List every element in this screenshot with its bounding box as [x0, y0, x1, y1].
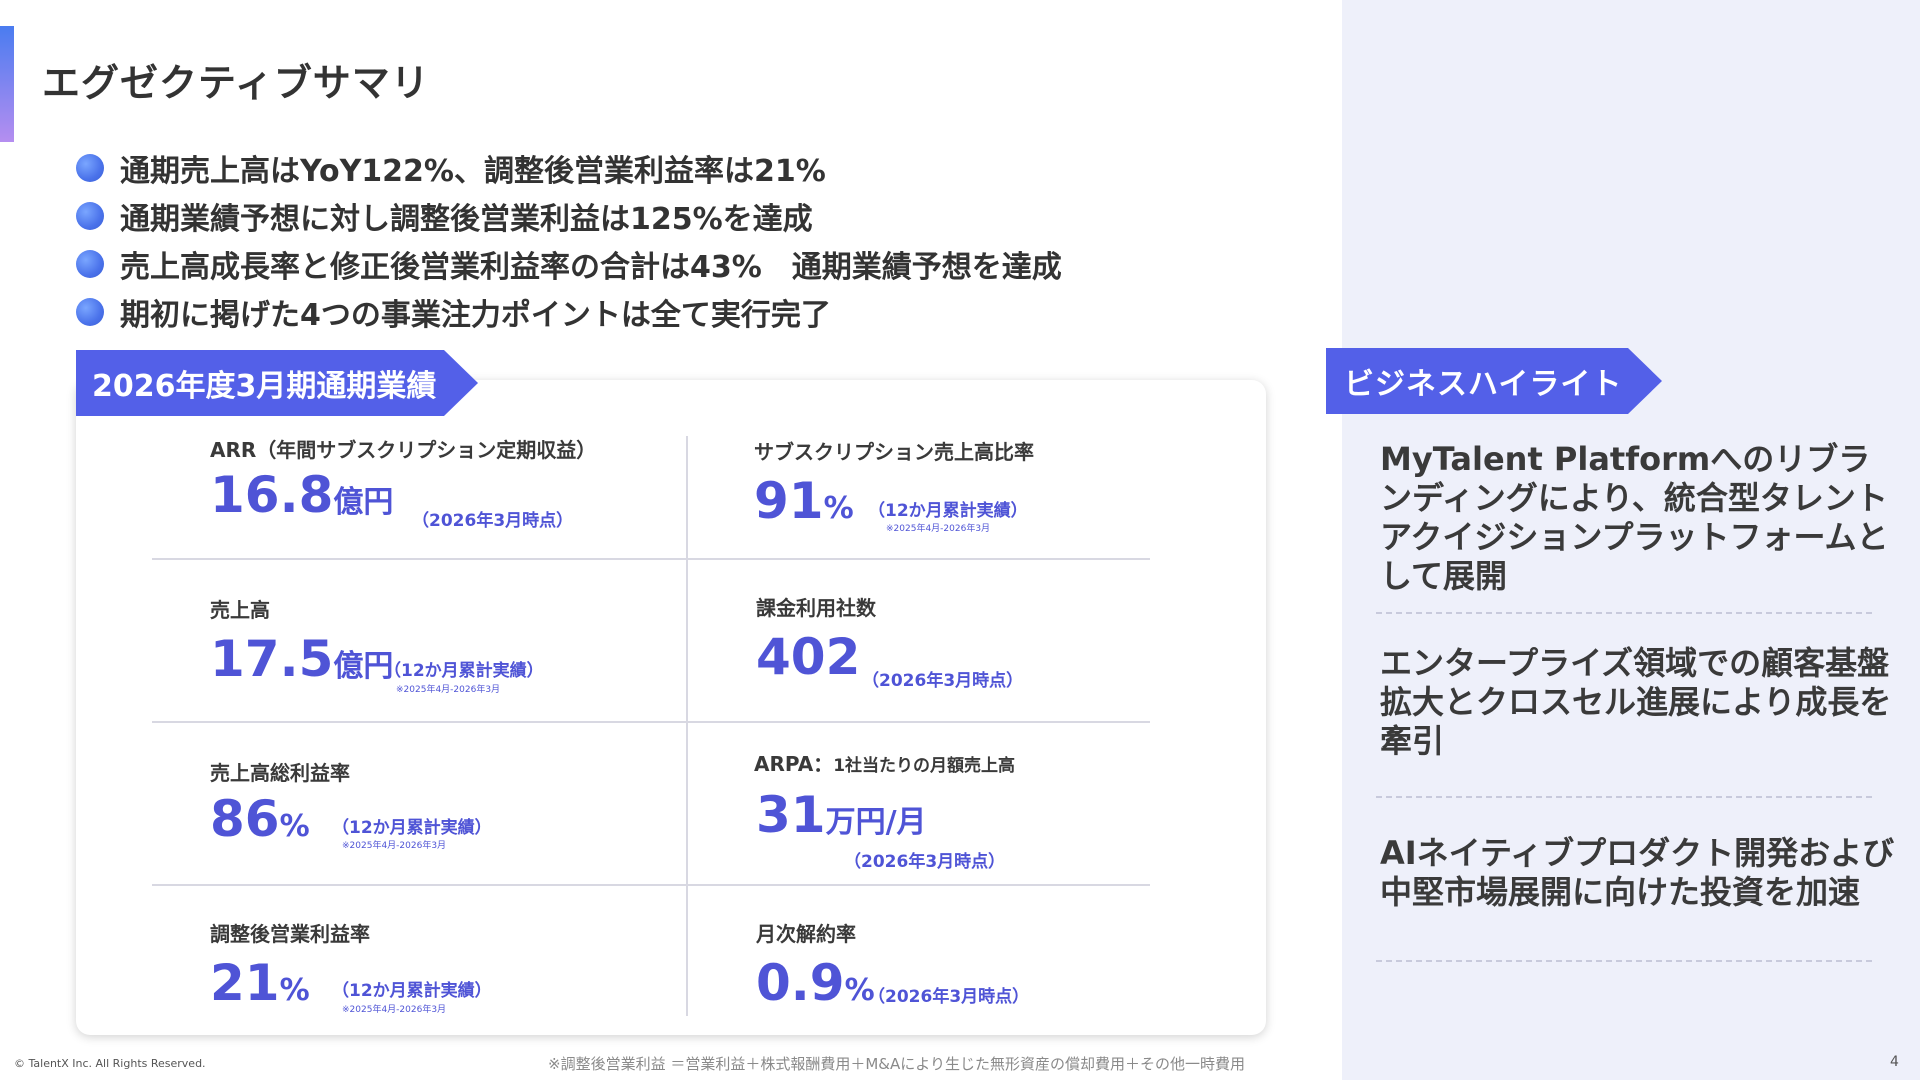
gross-margin-label: 売上高総利益率	[210, 761, 350, 785]
arpa-note: （2026年3月時点）	[844, 852, 1006, 872]
arr-note: （2026年3月時点）	[412, 511, 574, 531]
page-number: 4	[1890, 1054, 1899, 1070]
revenue-label: 売上高	[210, 598, 270, 622]
adj-op-margin-period: ※2025年4月-2026年3月	[342, 1005, 447, 1015]
metrics-column-divider	[686, 436, 688, 1016]
sub-ratio-period: ※2025年4月-2026年3月	[886, 524, 991, 534]
arr-value: 16.8億円	[210, 466, 394, 524]
highlight-divider	[1376, 612, 1872, 614]
adj-op-margin-label: 調整後営業利益率	[210, 922, 370, 946]
sub-ratio-note: （12か月累計実績）	[868, 501, 1028, 521]
results-ribbon: 2026年度3月期通期業績	[76, 350, 478, 416]
adj-op-margin-note: （12か月累計実績）	[332, 981, 492, 1001]
metrics-row-divider	[152, 721, 1150, 723]
arr-label: ARR（年間サブスクリプション定期収益）	[210, 438, 597, 462]
paying-companies-value: 402	[756, 628, 861, 686]
adj-op-margin-value: 21%	[210, 954, 310, 1012]
bullet-item: 通期業績予想に対し調整後営業利益は125%を達成	[76, 192, 1062, 240]
bullet-item: 売上高成長率と修正後営業利益率の合計は43% 通期業績予想を達成	[76, 240, 1062, 288]
bullet-item: 期初に掲げた4つの事業注力ポイントは全て実行完了	[76, 288, 1062, 336]
title-accent-bar	[0, 26, 14, 142]
bullet-dot-icon	[76, 298, 104, 326]
metrics-row-divider	[152, 558, 1150, 560]
gross-margin-period: ※2025年4月-2026年3月	[342, 841, 447, 851]
highlights-ribbon: ビジネスハイライト	[1326, 348, 1662, 414]
paying-companies-label: 課金利用社数	[756, 596, 876, 620]
highlight-item: エンタープライズ領域での顧客基盤拡大とクロスセル進展により成長を牽引	[1380, 644, 1892, 760]
sub-ratio-value: 91%	[754, 472, 854, 530]
highlight-item: AIネイティブプロダクト開発および中堅市場展開に向けた投資を加速	[1380, 834, 1895, 911]
bullet-text: 期初に掲げた4つの事業注力ポイントは全て実行完了	[120, 298, 831, 333]
revenue-value: 17.5億円	[210, 630, 394, 688]
footnote: ※調整後営業利益 ＝営業利益＋株式報酬費用＋M&Aにより生じた無形資産の償却費用…	[548, 1055, 1245, 1073]
churn-note: （2026年3月時点）	[868, 987, 1030, 1007]
bullet-text: 売上高成長率と修正後営業利益率の合計は43% 通期業績予想を達成	[120, 250, 1062, 285]
revenue-note: （12か月累計実績）	[384, 661, 544, 681]
gross-margin-value: 86%	[210, 790, 310, 848]
metrics-row-divider	[152, 884, 1150, 886]
churn-value: 0.9%	[756, 954, 875, 1012]
highlight-divider	[1376, 796, 1872, 798]
copyright: © TalentX Inc. All Rights Reserved.	[14, 1057, 206, 1070]
highlight-item: MyTalent Platformへのリブランディングにより、統合型タレントアク…	[1380, 440, 1889, 595]
bullet-text: 通期業績予想に対し調整後営業利益は125%を達成	[120, 202, 813, 237]
highlight-divider	[1376, 960, 1872, 962]
revenue-period: ※2025年4月-2026年3月	[396, 685, 501, 695]
page-title: エグゼクティブサマリ	[42, 61, 430, 105]
paying-companies-note: （2026年3月時点）	[862, 671, 1024, 691]
summary-bullets: 通期売上高はYoY122%、調整後営業利益率は21% 通期業績予想に対し調整後営…	[76, 144, 1062, 336]
bullet-dot-icon	[76, 202, 104, 230]
bullet-item: 通期売上高はYoY122%、調整後営業利益率は21%	[76, 144, 1062, 192]
bullet-dot-icon	[76, 154, 104, 182]
sub-ratio-label: サブスクリプション売上高比率	[754, 440, 1034, 464]
bullet-dot-icon	[76, 250, 104, 278]
gross-margin-note: （12か月累計実績）	[332, 818, 492, 838]
arpa-label: ARPA：1社当たりの月額売上高	[754, 752, 1016, 776]
bullet-text: 通期売上高はYoY122%、調整後営業利益率は21%	[120, 154, 826, 189]
arpa-value: 31万円/月	[756, 786, 927, 844]
churn-label: 月次解約率	[756, 922, 856, 946]
